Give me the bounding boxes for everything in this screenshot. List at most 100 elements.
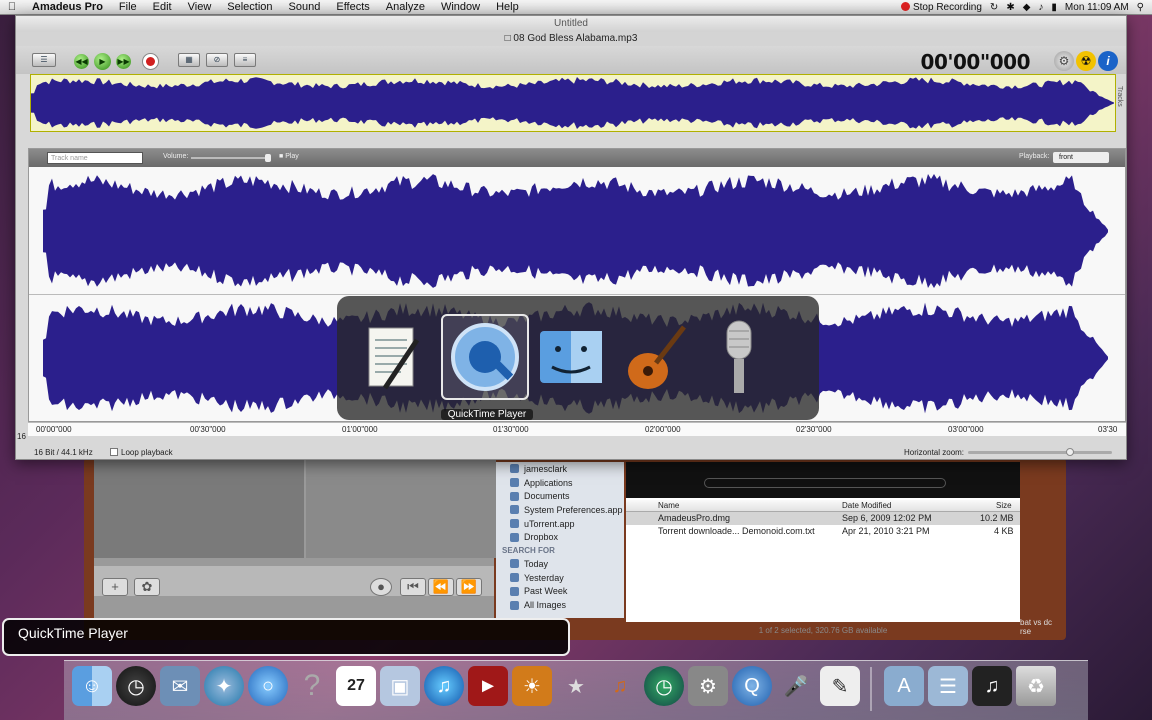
dock-ical-icon[interactable]: 27 (336, 666, 376, 706)
dock-mail-icon[interactable]: ✉ (160, 666, 200, 706)
column-size[interactable]: Size (996, 501, 1012, 510)
rewind-button[interactable]: ◀◀ (74, 53, 89, 69)
cover-flow-scroller[interactable] (704, 478, 946, 488)
file-row[interactable]: AmadeusPro.dmg Sep 6, 2009 12:02 PM 10.2… (626, 512, 1020, 525)
sidebar-item-past-week[interactable]: Past Week (496, 585, 624, 599)
switcher-quicktime[interactable] (441, 314, 529, 400)
tracks-drawer-label[interactable]: Tracks (1116, 86, 1123, 107)
dock-textedit-icon[interactable]: ✎ (820, 666, 860, 706)
dock-quicktime-icon[interactable]: Q (732, 666, 772, 706)
switcher-podcast[interactable] (703, 314, 775, 400)
gear-icon[interactable]: ⚙ (1054, 51, 1074, 71)
record-button[interactable] (142, 52, 159, 70)
dock-help-icon[interactable]: ? (292, 666, 332, 706)
dock-preview-icon[interactable]: ▣ (380, 666, 420, 706)
switcher-finder[interactable] (535, 314, 607, 400)
switcher-garageband[interactable] (619, 314, 691, 400)
system-preferences-icon (510, 505, 519, 515)
dock-applications-folder-icon[interactable]: A (884, 666, 924, 706)
dock-imovie-icon[interactable]: ★ (556, 666, 596, 706)
bluetooth-icon[interactable]: ✱ (1006, 2, 1014, 13)
fast-forward-button[interactable]: ▶▶ (116, 53, 131, 69)
wifi-icon[interactable]: ◆ (1023, 2, 1031, 13)
dock-system-preferences-icon[interactable]: ⚙ (688, 666, 728, 706)
menu-view[interactable]: View (180, 1, 220, 13)
mixer-button[interactable]: ≡ (234, 53, 256, 67)
column-date-modified[interactable]: Date Modified (842, 501, 891, 510)
sidebar-item-applications[interactable]: Applications (496, 476, 624, 490)
stop-recording-button[interactable]: Stop Recording (900, 2, 982, 13)
finder-status: 1 of 2 selected, 320.76 GB available (758, 626, 888, 635)
sidebar-item-utorrent[interactable]: uTorrent.app (496, 517, 624, 531)
menu-help[interactable]: Help (488, 1, 527, 13)
dock-finder-icon[interactable]: ☺ (72, 666, 112, 706)
dock-time-machine-icon[interactable]: ◷ (644, 666, 684, 706)
finder-side-text: bat vs dc rse (1020, 618, 1053, 636)
menu-edit[interactable]: Edit (145, 1, 180, 13)
app-switcher: QuickTime Player (337, 296, 819, 420)
sidebar-item-system-preferences[interactable]: System Preferences.app (496, 503, 624, 517)
overview-waveform[interactable] (30, 74, 1116, 132)
play-checkbox[interactable]: ■ Play (279, 153, 299, 160)
track-name-field[interactable]: Track name (47, 152, 143, 164)
battery-icon[interactable]: ▮ (1051, 2, 1057, 13)
forward-button[interactable]: ⏩ (456, 578, 482, 596)
sidebar-item-home[interactable]: jamesclark (496, 462, 624, 476)
play-button[interactable]: ▶ (94, 52, 111, 70)
textedit-icon (368, 327, 420, 390)
dock-iphoto-icon[interactable]: ☀ (512, 666, 552, 706)
loop-playback-checkbox[interactable]: Loop playback (110, 448, 173, 457)
menu-sound[interactable]: Sound (281, 1, 329, 13)
menu-effects[interactable]: Effects (328, 1, 377, 13)
volume-slider-knob[interactable] (265, 154, 271, 162)
volume-slider[interactable] (191, 157, 269, 159)
sidebar-item-today[interactable]: Today (496, 557, 624, 571)
insert-track-button[interactable]: ▦ (178, 53, 200, 67)
delete-track-button[interactable]: ⊘ (206, 53, 228, 67)
app-menu[interactable]: Amadeus Pro (24, 1, 111, 13)
playback-select[interactable]: front (1053, 152, 1109, 163)
dock-podcast-icon[interactable]: 🎤 (776, 666, 816, 706)
clock-icon (510, 586, 519, 596)
sync-icon[interactable]: ↻ (990, 2, 998, 13)
menu-file[interactable]: File (111, 1, 145, 13)
clock[interactable]: Mon 11:09 AM (1065, 2, 1129, 13)
rewind-start-button[interactable]: ⏮ (400, 578, 426, 596)
dock-documents-folder-icon[interactable]: ☰ (928, 666, 968, 706)
menu-analyze[interactable]: Analyze (378, 1, 433, 13)
guitar-icon (628, 325, 686, 389)
horizontal-zoom-knob[interactable] (1066, 448, 1074, 456)
radiation-icon[interactable]: ☢ (1076, 51, 1096, 71)
sidebar-item-all-images[interactable]: All Images (496, 598, 624, 612)
horizontal-zoom-slider[interactable] (968, 451, 1112, 454)
time-ruler[interactable]: 00'00"000 00'30"000 01'00"000 01'30"000 … (28, 422, 1126, 436)
track-list-button[interactable]: ☰ (32, 53, 56, 67)
sidebar-item-documents[interactable]: Documents (496, 489, 624, 503)
info-icon[interactable]: i (1098, 51, 1118, 71)
column-name[interactable]: Name (658, 501, 679, 510)
clock-icon (510, 573, 519, 583)
spotlight-icon[interactable]: ⚲ (1137, 2, 1144, 13)
dock-music-folder-icon[interactable]: ♫ (972, 666, 1012, 706)
finder-file-list: Name Date Modified Size AmadeusPro.dmg S… (626, 462, 1020, 622)
dock-safari-icon[interactable]: ✦ (204, 666, 244, 706)
dock-ichat-icon[interactable]: ○ (248, 666, 288, 706)
dock-front-row-icon[interactable]: ► (468, 666, 508, 706)
dock-garageband-icon[interactable]: ♫ (600, 666, 640, 706)
action-button[interactable]: ✿ (134, 578, 160, 596)
apple-menu-icon[interactable]:  (0, 1, 24, 13)
record-button[interactable]: ● (370, 578, 392, 596)
dock-itunes-icon[interactable]: ♫ (424, 666, 464, 706)
rewind-button[interactable]: ⏪ (428, 578, 454, 596)
dock-trash-icon[interactable]: ♻ (1016, 666, 1056, 706)
sidebar-item-dropbox[interactable]: Dropbox (496, 530, 624, 544)
menu-selection[interactable]: Selection (219, 1, 280, 13)
file-row[interactable]: Torrent downloade... Demonoid.com.txt Ap… (626, 525, 1020, 538)
cover-flow-area (626, 462, 1020, 498)
switcher-textedit[interactable] (357, 314, 429, 400)
sidebar-item-yesterday[interactable]: Yesterday (496, 571, 624, 585)
dock-dashboard-icon[interactable]: ◷ (116, 666, 156, 706)
add-button[interactable]: + (102, 578, 128, 596)
menu-window[interactable]: Window (433, 1, 488, 13)
volume-icon[interactable]: ♪ (1038, 2, 1043, 13)
